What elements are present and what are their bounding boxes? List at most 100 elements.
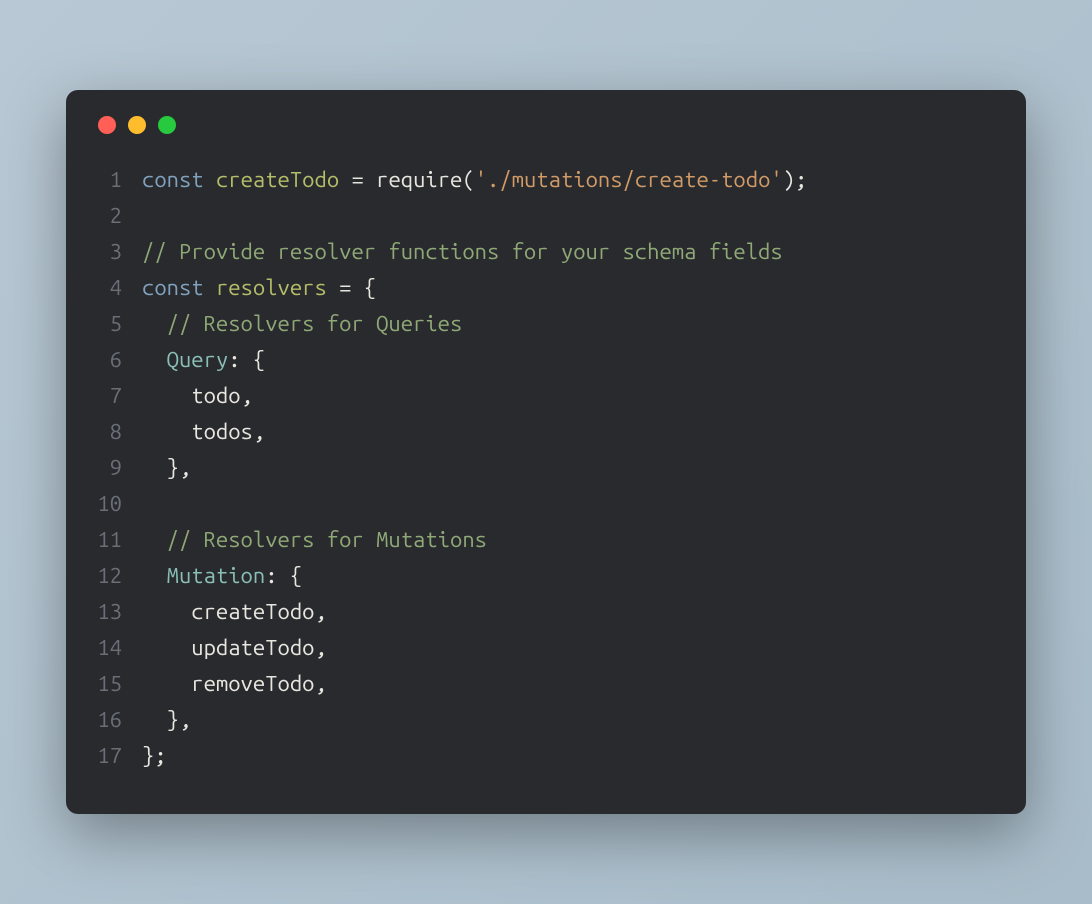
code-content: updateTodo, [142, 630, 998, 666]
window-controls [94, 116, 998, 134]
code-content: const resolvers = { [142, 270, 998, 306]
code-token: , [314, 671, 326, 696]
code-content: createTodo, [142, 594, 998, 630]
code-editor[interactable]: 1const createTodo = require('./mutations… [94, 162, 998, 774]
code-token: }, [167, 455, 192, 480]
code-line: 2 [94, 198, 998, 234]
code-token [204, 167, 216, 192]
code-token [142, 311, 167, 336]
line-number: 10 [94, 486, 142, 522]
code-window: 1const createTodo = require('./mutations… [66, 90, 1026, 814]
line-number: 8 [94, 414, 142, 450]
code-token: './mutations/create-todo' [475, 167, 783, 192]
code-content: }; [142, 738, 998, 774]
code-token: Query [167, 347, 229, 372]
code-token [327, 275, 339, 300]
code-token: { [364, 275, 376, 300]
line-number: 7 [94, 378, 142, 414]
code-line: 7 todo, [94, 378, 998, 414]
code-content: removeTodo, [142, 666, 998, 702]
code-token [142, 707, 167, 732]
code-token [142, 455, 167, 480]
maximize-icon[interactable] [158, 116, 176, 134]
code-content [142, 486, 998, 522]
code-content: Query: { [142, 342, 998, 378]
code-token: // Resolvers for Queries [167, 311, 463, 336]
code-token: }; [142, 743, 167, 768]
line-number: 16 [94, 702, 142, 738]
code-line: 13 createTodo, [94, 594, 998, 630]
minimize-icon[interactable] [128, 116, 146, 134]
code-line: 5 // Resolvers for Queries [94, 306, 998, 342]
code-token: todo [142, 383, 241, 408]
code-line: 3// Provide resolver functions for your … [94, 234, 998, 270]
code-content: }, [142, 450, 998, 486]
code-content: todo, [142, 378, 998, 414]
code-token: updateTodo [142, 635, 314, 660]
code-token: removeTodo [142, 671, 314, 696]
code-line: 1const createTodo = require('./mutations… [94, 162, 998, 198]
code-line: 12 Mutation: { [94, 558, 998, 594]
line-number: 1 [94, 162, 142, 198]
code-content: // Resolvers for Queries [142, 306, 998, 342]
line-number: 2 [94, 198, 142, 234]
code-line: 4const resolvers = { [94, 270, 998, 306]
code-token: createTodo [142, 599, 314, 624]
code-token: , [253, 419, 265, 444]
code-token: = [351, 167, 363, 192]
code-content [142, 198, 998, 234]
code-token: Mutation [167, 563, 266, 588]
code-line: 9 }, [94, 450, 998, 486]
line-number: 3 [94, 234, 142, 270]
code-token: const [142, 275, 204, 300]
code-content: // Resolvers for Mutations [142, 522, 998, 558]
code-content: Mutation: { [142, 558, 998, 594]
code-line: 15 removeTodo, [94, 666, 998, 702]
code-line: 16 }, [94, 702, 998, 738]
code-token: createTodo [216, 167, 339, 192]
code-token: // Resolvers for Mutations [167, 527, 487, 552]
code-token: , [314, 599, 326, 624]
code-line: 10 [94, 486, 998, 522]
line-number: 9 [94, 450, 142, 486]
code-token [364, 167, 376, 192]
line-number: 14 [94, 630, 142, 666]
code-token: ); [783, 167, 808, 192]
code-token: : { [228, 347, 265, 372]
close-icon[interactable] [98, 116, 116, 134]
code-token: resolvers [216, 275, 327, 300]
code-token [204, 275, 216, 300]
code-token [142, 527, 167, 552]
code-token: }, [167, 707, 192, 732]
code-token: , [241, 383, 253, 408]
code-content: const createTodo = require('./mutations/… [142, 162, 998, 198]
code-token: const [142, 167, 204, 192]
code-token [339, 167, 351, 192]
line-number: 6 [94, 342, 142, 378]
line-number: 13 [94, 594, 142, 630]
code-token: , [314, 635, 326, 660]
line-number: 4 [94, 270, 142, 306]
line-number: 12 [94, 558, 142, 594]
line-number: 11 [94, 522, 142, 558]
code-token [142, 563, 167, 588]
code-line: 8 todos, [94, 414, 998, 450]
code-token: ( [462, 167, 474, 192]
code-token: todos [142, 419, 253, 444]
code-line: 17}; [94, 738, 998, 774]
code-token [142, 347, 167, 372]
line-number: 15 [94, 666, 142, 702]
line-number: 17 [94, 738, 142, 774]
code-token: // Provide resolver functions for your s… [142, 239, 783, 264]
line-number: 5 [94, 306, 142, 342]
code-token [351, 275, 363, 300]
code-line: 11 // Resolvers for Mutations [94, 522, 998, 558]
code-content: // Provide resolver functions for your s… [142, 234, 998, 270]
code-token: = [339, 275, 351, 300]
code-content: }, [142, 702, 998, 738]
code-line: 6 Query: { [94, 342, 998, 378]
code-token: require [376, 167, 462, 192]
code-line: 14 updateTodo, [94, 630, 998, 666]
code-content: todos, [142, 414, 998, 450]
code-token: : { [265, 563, 302, 588]
